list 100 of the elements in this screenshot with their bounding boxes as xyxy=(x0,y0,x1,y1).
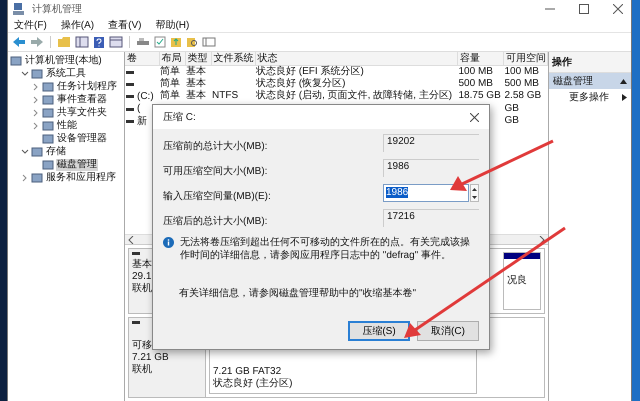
tree-item[interactable]: 事件查看器 xyxy=(56,94,108,106)
window-title: 计算机管理 xyxy=(32,2,82,16)
tree-item[interactable]: 性能 xyxy=(56,120,78,132)
column-header[interactable]: 状态 xyxy=(255,52,458,66)
table-cell: NTFS xyxy=(212,90,238,102)
volume-icon xyxy=(126,71,134,74)
tree-node-icon xyxy=(31,172,43,184)
action-item[interactable]: 更多操作 xyxy=(549,89,631,105)
help-icon[interactable] xyxy=(93,36,105,48)
column-header[interactable]: 布局 xyxy=(159,52,185,66)
spin-buttons[interactable] xyxy=(470,184,479,202)
tree-node-icon xyxy=(42,80,54,92)
disk-icon[interactable] xyxy=(136,36,150,48)
collapsed-chevron-icon[interactable] xyxy=(32,96,40,104)
scroll-left-icon[interactable] xyxy=(128,236,134,244)
volume-icon xyxy=(126,108,134,110)
help-text: 有关详细信息，请参阅磁盘管理帮助中的"收缩基本卷" xyxy=(179,286,418,300)
pane-icon[interactable] xyxy=(75,36,89,48)
volume-icon xyxy=(126,120,134,123)
info-message: 无法将卷压缩到超出任何不可移动的文件所在的点。有关完成该操作时间的详细信息，请参阅应用程序日志中的 "defrag" 事件。 xyxy=(180,236,471,262)
action-item[interactable]: 磁盘管理 xyxy=(549,73,631,89)
close-icon[interactable] xyxy=(613,4,623,14)
column-header[interactable]: 文件系统 xyxy=(211,52,255,66)
table-cell: 基本 xyxy=(186,90,206,102)
table-cell: (C:) xyxy=(137,90,154,102)
expanded-chevron-icon[interactable] xyxy=(21,70,29,78)
readonly-field: 17216 xyxy=(383,209,479,227)
table-cell: ( xyxy=(137,103,140,115)
pane-icon[interactable] xyxy=(109,36,123,48)
partition-text: 况良 xyxy=(507,275,528,287)
table-cell: 状态良好 (EFI 系统分区) xyxy=(256,66,364,77)
dialog-button[interactable]: 压缩(S) xyxy=(348,321,410,341)
tree-node-icon xyxy=(42,120,54,132)
folder-up-icon[interactable] xyxy=(170,36,182,48)
computer-icon xyxy=(12,2,26,16)
tree-node-icon xyxy=(42,94,54,106)
scroll-right-icon[interactable] xyxy=(539,236,545,244)
tree-item[interactable]: 服务和应用程序 xyxy=(45,172,117,184)
table-cell: 新 xyxy=(137,116,147,128)
tree-item[interactable]: 存储 xyxy=(45,146,67,158)
table-cell: 基本 xyxy=(186,78,206,89)
menu-item[interactable]: 帮助(H) xyxy=(155,18,190,32)
volume-icon xyxy=(126,83,134,86)
disk-info-text: 可移 xyxy=(132,340,152,352)
table-cell: GB xyxy=(504,102,519,114)
spin-down-icon[interactable] xyxy=(472,196,477,198)
dialog-button[interactable]: 取消(C) xyxy=(417,321,479,341)
tree-item[interactable]: 系统工具 xyxy=(45,68,87,80)
collapsed-chevron-icon[interactable] xyxy=(32,108,40,116)
table-cell: 18.75 GB xyxy=(458,90,501,102)
info-icon xyxy=(163,237,174,248)
input-field[interactable]: 1986 xyxy=(383,184,469,202)
search-icon[interactable] xyxy=(186,36,198,48)
table-cell: 状态良好 (启动, 页面文件, 故障转储, 主分区) xyxy=(256,90,452,102)
back-arrow-icon[interactable] xyxy=(12,36,26,48)
collapsed-chevron-icon[interactable] xyxy=(32,82,40,90)
partition-text: 状态良好 (主分区) xyxy=(213,378,294,390)
menu-item[interactable]: 文件(F) xyxy=(14,18,47,32)
column-header[interactable]: 类型 xyxy=(185,52,211,66)
table-cell: GB xyxy=(504,115,519,126)
partition-text: 7.21 GB FAT32 xyxy=(213,366,282,378)
partition-block[interactable]: 况良 xyxy=(503,252,541,310)
table-cell: 2.58 GB xyxy=(504,90,542,102)
collapsed-chevron-icon[interactable] xyxy=(21,174,29,182)
tree-item[interactable]: 磁盘管理 xyxy=(56,158,98,170)
tree-node-icon xyxy=(42,106,54,118)
window-icon[interactable] xyxy=(202,36,216,48)
volume-icon xyxy=(126,95,134,98)
menu-item[interactable]: 操作(A) xyxy=(60,18,94,32)
submenu-triangle-icon[interactable] xyxy=(622,94,627,100)
field-label: 压缩前的总计大小(MB): xyxy=(163,140,268,153)
disk-info-text: 联机 xyxy=(132,364,152,376)
table-cell: 状态良好 (恢复分区) xyxy=(256,78,346,89)
column-header[interactable]: 容量 xyxy=(458,52,504,66)
tree-node-icon xyxy=(42,158,54,170)
table-cell: 简单 xyxy=(160,78,180,89)
table-cell: 简单 xyxy=(160,90,180,102)
tree-item[interactable]: 计算机管理(本地) xyxy=(24,54,103,66)
checklist-icon[interactable] xyxy=(154,36,166,48)
tree-item[interactable]: 共享文件夹 xyxy=(56,106,108,118)
table-cell: 100 MB xyxy=(458,66,493,77)
spin-up-icon[interactable] xyxy=(472,188,477,190)
tree-item[interactable]: 设备管理器 xyxy=(56,132,108,144)
readonly-field: 1986 xyxy=(383,159,479,177)
tree-item[interactable]: 任务计划程序 xyxy=(56,80,118,92)
actions-header: 操作 xyxy=(549,52,631,73)
column-header[interactable]: 卷 xyxy=(125,52,159,66)
dialog-title: 压缩 C: xyxy=(163,110,196,124)
column-header[interactable]: 可用空间 xyxy=(504,52,548,66)
tree-node-icon xyxy=(31,68,43,80)
disk-info-text: 7.21 GB xyxy=(132,352,169,364)
readonly-field: 19202 xyxy=(383,134,479,152)
field-label: 输入压缩空间量(MB)(E): xyxy=(163,190,271,203)
expanded-chevron-icon[interactable] xyxy=(21,148,29,156)
menu-item[interactable]: 查看(V) xyxy=(108,18,142,32)
close-icon[interactable] xyxy=(470,112,479,122)
maximize-icon[interactable] xyxy=(579,4,589,14)
disk-info-text: 联机 xyxy=(132,283,152,295)
collapsed-chevron-icon[interactable] xyxy=(32,122,40,130)
collapse-triangle-icon[interactable] xyxy=(620,78,627,84)
